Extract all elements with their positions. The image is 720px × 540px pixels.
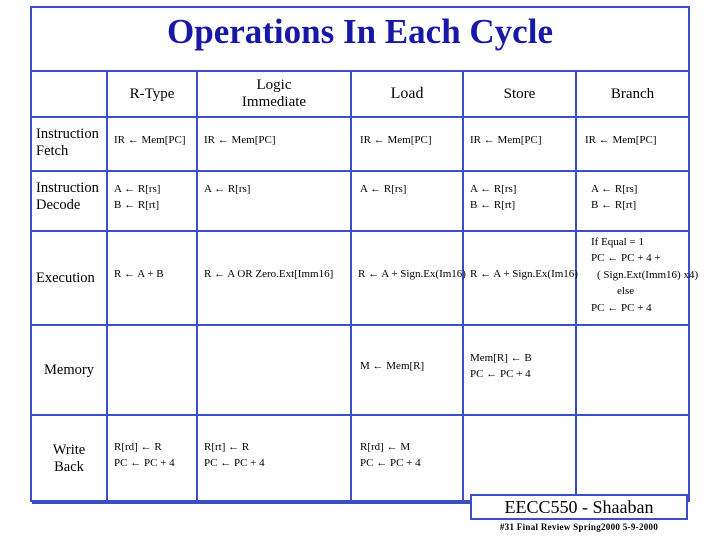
row-label-line2: Decode [36,196,81,213]
cell-execution-load: R ← A + Sign.Ex(Im16) [350,231,466,326]
cell-line: IR ← Mem[PC] [114,134,186,147]
cell-line: R[rt] ← R [204,441,250,454]
cell-line: B ← R[rt] [591,198,637,211]
cell-line: A ← R[rs] [591,183,638,195]
cell-line: If Equal = 1 [591,235,644,248]
cell-execution-logic-immediate: R ← A OR Zero.Ext[Imm16] [196,231,351,326]
cell-line: R[rd] ← R [114,441,162,454]
cell-writeback-rtype: R[rd] ← R PC ← PC + 4 [106,415,197,504]
cell-line: PC ← PC + 4 [114,457,175,469]
cell-line: PC ← PC + 4 [204,457,265,469]
cell-line: B ← R[rt] [470,198,516,211]
cell-execution-branch: If Equal = 1 PC ← PC + 4 + ( Sign.Ext(Im… [575,231,699,326]
row-label-memory: Memory [32,325,107,416]
cell-fetch-branch: IR ← Mem[PC] [575,117,688,172]
cell-decode-store: A ← R[rs] B ← R[rt] [462,171,576,232]
cell-line: A ← R[rs] [360,183,407,195]
row-label-line1: Write [52,442,86,459]
cell-fetch-load: IR ← Mem[PC] [350,117,463,172]
cell-memory-store: Mem[R] ← B PC ← PC + 4 [462,325,576,416]
cell-line: PC ← PC + 4 + [591,252,661,265]
cell-line: ( Sign.Ext(Imm16) x4) [597,268,699,281]
cell-execution-store: R ← A + Sign.Ex(Im16) [462,231,578,326]
cell-line: M ← Mem[R] [360,360,425,373]
footer-subtitle: #31 Final Review Spring2000 5-9-2000 [499,522,659,532]
cell-line: PC ← PC + 4 [470,368,531,380]
cell-line: R[rd] ← M [360,441,411,454]
header-logic-immediate: Logic Immediate [196,70,351,118]
table-row-memory: Memory M ← Mem[R] Mem[R] ← B PC ← PC + 4 [32,325,688,416]
table-row-instruction-decode: Instruction Decode A ← R[rs] B ← R[rt] A… [32,171,688,232]
row-label-instruction-fetch: Instruction Fetch [32,117,107,172]
cell-fetch-store: IR ← Mem[PC] [462,117,576,172]
cell-line: R ← A + B [114,268,164,281]
cell-decode-branch: A ← R[rs] B ← R[rt] [575,171,688,232]
cell-memory-rtype [106,325,197,416]
header-store: Store [462,70,576,118]
table-row-execution: Execution R ← A + B R ← A OR Zero.Ext[Im… [32,231,699,326]
row-label-instruction-decode: Instruction Decode [32,171,107,232]
cell-memory-logic-immediate [196,325,351,416]
page-title: Operations In Each Cycle [167,12,553,51]
cell-line: R ← A + Sign.Ex(Im16) [470,268,578,281]
cell-memory-load: M ← Mem[R] [350,325,463,416]
header-branch: Branch [575,70,688,118]
cell-execution-rtype: R ← A + B [106,231,197,326]
cell-line: R ← A + Sign.Ex(Im16) [358,268,466,281]
header-blank [32,70,107,118]
row-label-line1: Instruction [36,126,99,142]
cell-line: A ← R[rs] [204,183,251,195]
cell-line: Mem[R] ← B [470,352,532,365]
operations-table: R-Type Logic Immediate Load Store Branch… [32,70,699,504]
cell-writeback-logic-immediate: R[rt] ← R PC ← PC + 4 [196,415,351,504]
footer-banner: EECC550 - Shaaban [470,494,688,520]
header-load: Load [350,70,463,118]
row-label-line2: Fetch [36,142,69,159]
header-logic-immediate-line1: Logic [256,76,292,93]
cell-decode-load: A ← R[rs] [350,171,463,232]
cell-writeback-branch [575,415,688,504]
cell-line: A ← R[rs] [470,183,517,195]
row-label-line1: Instruction [36,180,99,196]
cell-fetch-rtype: IR ← Mem[PC] [106,117,197,172]
cell-line: IR ← Mem[PC] [204,134,276,147]
row-label-line1: Memory [44,361,94,378]
cell-line: IR ← Mem[PC] [360,134,432,147]
row-label-execution: Execution [32,231,107,326]
cell-line: else [617,285,635,298]
table-row-write-back: Write Back R[rd] ← R PC ← PC + 4 R[rt] ←… [32,415,688,504]
row-label-line1: Execution [36,269,95,286]
cell-memory-branch [575,325,688,416]
header-logic-immediate-line2: Immediate [241,94,307,110]
cell-line: R ← A OR Zero.Ext[Imm16] [204,268,334,281]
cell-decode-logic-immediate: A ← R[rs] [196,171,351,232]
cell-line: IR ← Mem[PC] [585,134,657,147]
cell-line: B ← R[rt] [114,198,160,211]
cell-decode-rtype: A ← R[rs] B ← R[rt] [106,171,197,232]
cell-fetch-logic-immediate: IR ← Mem[PC] [196,117,351,172]
cell-line: PC ← PC + 4 [591,301,652,314]
header-rtype: R-Type [106,70,197,118]
row-label-line2: Back [54,459,84,475]
row-label-write-back: Write Back [32,415,107,504]
table-header-row: R-Type Logic Immediate Load Store Branch [32,70,688,118]
cell-line: A ← R[rs] [114,183,161,195]
cell-writeback-store [462,415,576,504]
cell-line: IR ← Mem[PC] [470,134,542,147]
cell-line: PC ← PC + 4 [360,457,421,469]
cell-writeback-load: R[rd] ← M PC ← PC + 4 [350,415,463,504]
table-row-instruction-fetch: Instruction Fetch IR ← Mem[PC] IR ← Mem[… [32,117,688,172]
